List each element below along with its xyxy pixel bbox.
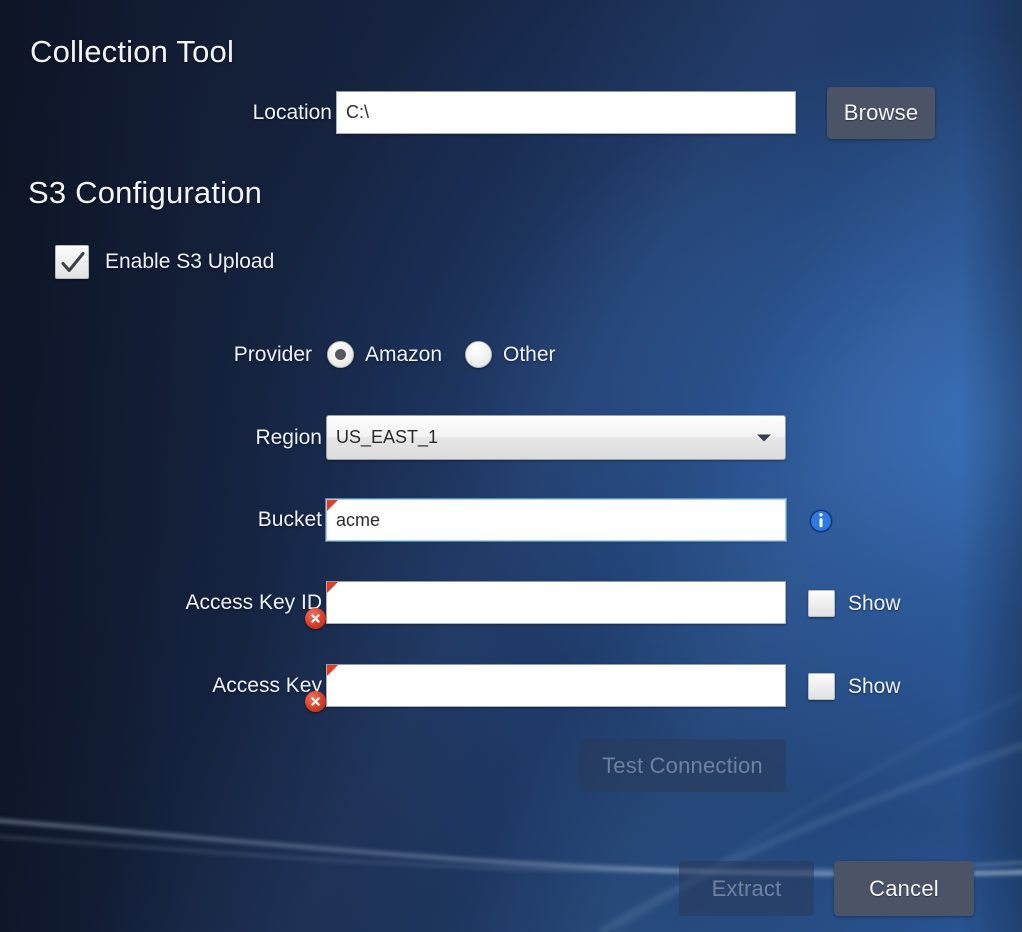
background-gradient: [0, 0, 1022, 932]
bucket-label: Bucket: [257, 508, 322, 531]
enable-s3-upload-row[interactable]: Enable S3 Upload: [55, 245, 274, 279]
cancel-button[interactable]: Cancel: [834, 861, 974, 916]
bucket-input[interactable]: acme: [326, 499, 786, 541]
access-key-id-show-checkbox[interactable]: [808, 590, 835, 617]
access-key-id-show-label: Show: [848, 591, 901, 615]
checkmark-icon: [61, 251, 85, 273]
background-vignette: [0, 0, 1022, 932]
radio-amazon-label: Amazon: [365, 342, 443, 366]
test-connection-button[interactable]: Test Connection: [579, 739, 786, 792]
page-title: Collection Tool: [30, 34, 235, 69]
region-select[interactable]: US_EAST_1: [326, 415, 786, 460]
access-key-id-validation-flag-icon: [327, 582, 338, 593]
background-diagonal-sheen: [0, 0, 1022, 932]
collection-tool-window: Collection Tool Location C:\ Browse S3 C…: [0, 0, 1022, 932]
access-key-error-icon: [305, 691, 326, 712]
bucket-info-icon[interactable]: [808, 508, 834, 534]
background-light-streak: [0, 0, 1022, 932]
access-key-show-checkbox[interactable]: [808, 673, 835, 700]
browse-button[interactable]: Browse: [827, 87, 935, 139]
location-input-value: C:\: [346, 102, 370, 122]
radio-amazon[interactable]: [327, 341, 354, 368]
access-key-id-input[interactable]: [326, 581, 786, 624]
s3-configuration-title: S3 Configuration: [28, 175, 263, 210]
access-key-id-label: Access Key ID: [185, 591, 322, 614]
access-key-id-show-row[interactable]: Show: [808, 590, 901, 617]
enable-s3-upload-label: Enable S3 Upload: [105, 250, 275, 273]
provider-option-other[interactable]: Other: [465, 341, 556, 368]
enable-s3-upload-checkbox[interactable]: [55, 245, 89, 279]
chevron-down-icon: [757, 434, 771, 441]
region-label: Region: [255, 426, 322, 449]
access-key-show-row[interactable]: Show: [808, 673, 901, 700]
radio-other-label: Other: [503, 342, 556, 366]
access-key-label: Access Key: [212, 674, 322, 697]
provider-label: Provider: [233, 343, 312, 366]
bucket-input-value: acme: [336, 509, 381, 530]
access-key-id-error-icon: [305, 608, 326, 629]
extract-button[interactable]: Extract: [679, 861, 814, 916]
location-label: Location: [252, 101, 332, 124]
radio-amazon-dot: [335, 349, 346, 360]
access-key-input[interactable]: [326, 664, 786, 707]
access-key-show-label: Show: [848, 674, 901, 698]
provider-option-amazon[interactable]: Amazon: [327, 341, 442, 368]
region-select-value: US_EAST_1: [336, 427, 439, 447]
radio-other[interactable]: [465, 341, 492, 368]
location-input[interactable]: C:\: [336, 91, 796, 134]
access-key-validation-flag-icon: [327, 665, 338, 676]
